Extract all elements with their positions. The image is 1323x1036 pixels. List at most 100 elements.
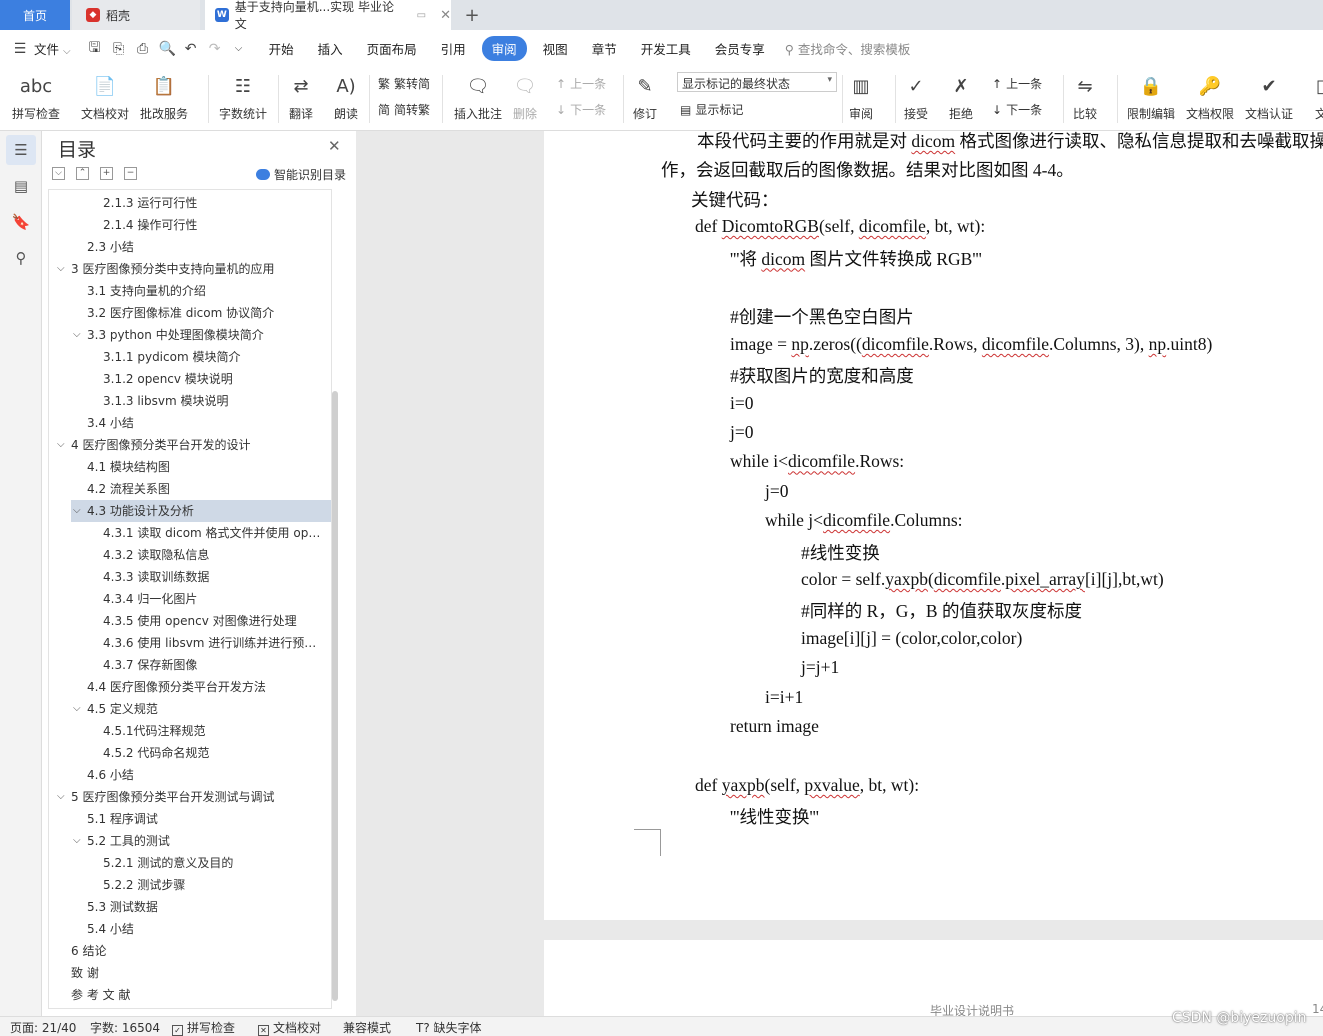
toc-item[interactable]: 4.3.4 归一化图片 [49,588,331,610]
toc-item[interactable]: 4.4 医疗图像预分类平台开发方法 [49,676,331,698]
hamburger-icon[interactable]: ☰ [12,41,28,57]
menu-chapter[interactable]: 章节 [580,39,629,58]
missing-font-status[interactable]: T? 缺失字体 [416,1019,482,1036]
command-search[interactable]: ⚲ 查找命令、搜索模板 [785,39,911,58]
chevron-down-icon[interactable]: ⌵ [73,324,81,346]
toc-item[interactable]: 4.3.2 读取隐私信息 [49,544,331,566]
save-icon[interactable]: 🖫 [87,37,103,61]
toc-item[interactable]: 5.1 程序调试 [49,808,331,830]
remove-heading-icon[interactable]: − [124,167,137,180]
undo-icon[interactable]: ↶ [183,41,199,57]
toc-item[interactable]: 4.3.7 保存新图像 [49,654,331,676]
close-icon[interactable]: ✕ [328,137,341,155]
quick-access-chevron-icon[interactable]: ⌵ [231,43,247,54]
delete-comment-button[interactable]: 🗨 删除 [512,73,538,122]
word-count-button[interactable]: ☷ 字数统计 [219,73,267,122]
trad-to-simp-button[interactable]: 繁繁转简 [378,75,430,92]
add-heading-icon[interactable]: + [100,167,113,180]
toc-scrollbar[interactable] [332,391,338,1001]
toc-item[interactable]: 3.4 小结 [49,412,331,434]
chevron-down-icon[interactable]: ⌵ [73,830,81,852]
next-change-button[interactable]: ↓ 下一条 [992,101,1042,118]
print-preview-icon[interactable]: 🔍 [159,41,176,57]
simp-to-trad-button[interactable]: 简简转繁 [378,101,430,118]
menu-file[interactable]: 文件 ⌵ [32,39,83,58]
toc-item[interactable]: 5.4 小结 [49,918,331,940]
toc-item[interactable]: 4.3.1 读取 dicom 格式文件并使用 op… [49,522,331,544]
toc-item[interactable]: ⌵ 4.3 功能设计及分析 [71,500,331,522]
toc-item[interactable]: 4.1 模块结构图 [49,456,331,478]
proof-status[interactable]: ✕ 文档校对 [258,1019,321,1036]
toc-item[interactable]: 3.1.2 opencv 模块说明 [49,368,331,390]
toc-item[interactable]: 4.6 小结 [49,764,331,786]
smart-toc-button[interactable]: 智能识别目录 [256,166,346,183]
menu-start[interactable]: 开始 [257,39,306,58]
tab-home[interactable]: 首页 [0,0,70,30]
reject-button[interactable]: ✗ 拒绝 [948,73,974,122]
toc-item[interactable]: 2.1.3 运行可行性 [49,192,331,214]
spellcheck-status[interactable]: ✓ 拼写检查 [172,1019,235,1036]
chevron-down-icon[interactable]: ⌵ [73,500,81,522]
toc-item[interactable]: 参 考 文 献 [49,984,331,1006]
toc-item[interactable]: 4.2 流程关系图 [49,478,331,500]
revise-button[interactable]: ✎ 修订 [632,73,658,122]
toc-item[interactable]: 4.5.2 代码命名规范 [49,742,331,764]
toc-item[interactable]: 5.2.1 测试的意义及目的 [49,852,331,874]
toc-item[interactable]: 4.3.5 使用 opencv 对图像进行处理 [49,610,331,632]
tab-document[interactable]: W 基于支持向量机...实现 毕业论文 ▭ ✕ [205,0,451,31]
read-aloud-button[interactable]: A) 朗读 [333,73,359,122]
doc-more-button[interactable]: ▯ 文 [1308,73,1323,122]
review-pane-button[interactable]: ▥ 审阅 [848,73,874,122]
toc-item[interactable]: 6 结论 [49,940,331,962]
search-icon[interactable]: ⚲ [6,243,36,273]
menu-review[interactable]: 审阅 [481,36,527,61]
insert-comment-button[interactable]: 🗨 插入批注 [454,73,502,122]
menu-page-layout[interactable]: 页面布局 [355,39,429,58]
toc-item[interactable]: 3.1.3 libsvm 模块说明 [49,390,331,412]
toc-item[interactable]: 2.3 小结 [49,236,331,258]
doc-cert-button[interactable]: ✔ 文档认证 [1245,73,1293,122]
window-mode-icon[interactable]: ▭ [417,10,426,21]
new-tab-button[interactable]: + [458,0,486,30]
toc-item[interactable]: 致 谢 [49,962,331,984]
close-tab-icon[interactable]: ✕ [440,8,451,23]
toc-item[interactable]: 3.1.1 pydicom 模块简介 [49,346,331,368]
markup-mode-select[interactable]: 显示标记的最终状态 ▾ [677,72,837,92]
doc-rights-button[interactable]: 🔑 文档权限 [1186,73,1234,122]
word-count-status[interactable]: 字数: 16504 [90,1019,160,1036]
toc-item[interactable]: 2.1.4 操作可行性 [49,214,331,236]
page-indicator[interactable]: 页面: 21/40 [10,1019,76,1036]
menu-references[interactable]: 引用 [429,39,478,58]
compare-button[interactable]: ⇋ 比较 [1072,73,1098,122]
chevron-down-icon[interactable]: ⌵ [73,698,81,720]
export-pdf-icon[interactable]: ⎘ [111,41,127,57]
chapter-nav-icon[interactable]: ▤ [6,171,36,201]
expand-all-icon[interactable]: ⌵ [52,167,65,180]
batch-service-button[interactable]: 📋 批改服务 [140,73,188,122]
show-markup-button[interactable]: ▤ 显示标记 [680,101,743,118]
menu-view[interactable]: 视图 [531,39,580,58]
toc-item[interactable]: 3.1 支持向量机的介绍 [49,280,331,302]
prev-change-button[interactable]: ↑ 上一条 [992,75,1042,92]
chevron-down-icon[interactable]: ⌵ [57,786,65,808]
collapse-all-icon[interactable]: ⌃ [76,167,89,180]
toc-item[interactable]: 4.3.3 读取训练数据 [49,566,331,588]
menu-member[interactable]: 会员专享 [703,39,777,58]
doc-proof-button[interactable]: 📄 文档校对 [81,73,129,122]
restrict-edit-button[interactable]: 🔒 限制编辑 [1127,73,1175,122]
toc-item[interactable]: ⌵ 4.5 定义规范 [49,698,331,720]
redo-icon[interactable]: ↷ [207,41,223,57]
menu-developer[interactable]: 开发工具 [629,39,703,58]
spellcheck-button[interactable]: abc 拼写检查 [12,73,60,122]
toc-item[interactable]: 3.2 医疗图像标准 dicom 协议简介 [49,302,331,324]
menu-insert[interactable]: 插入 [306,39,355,58]
accept-button[interactable]: ✓ 接受 [903,73,929,122]
toc-item[interactable]: 5.2.2 测试步骤 [49,874,331,896]
print-icon[interactable]: ⎙ [135,41,151,57]
toc-item[interactable]: ⌵ 5.2 工具的测试 [49,830,331,852]
toc-item[interactable]: ⌵ 5 医疗图像预分类平台开发测试与调试 [49,786,331,808]
translate-button[interactable]: ⇄ 翻译 [288,73,314,122]
toc-item[interactable]: ⌵ 3 医疗图像预分类中支持向量机的应用 [49,258,331,280]
bookmark-icon[interactable]: 🔖 [6,207,36,237]
tab-daoke[interactable]: ◆ 稻壳 [72,0,200,30]
